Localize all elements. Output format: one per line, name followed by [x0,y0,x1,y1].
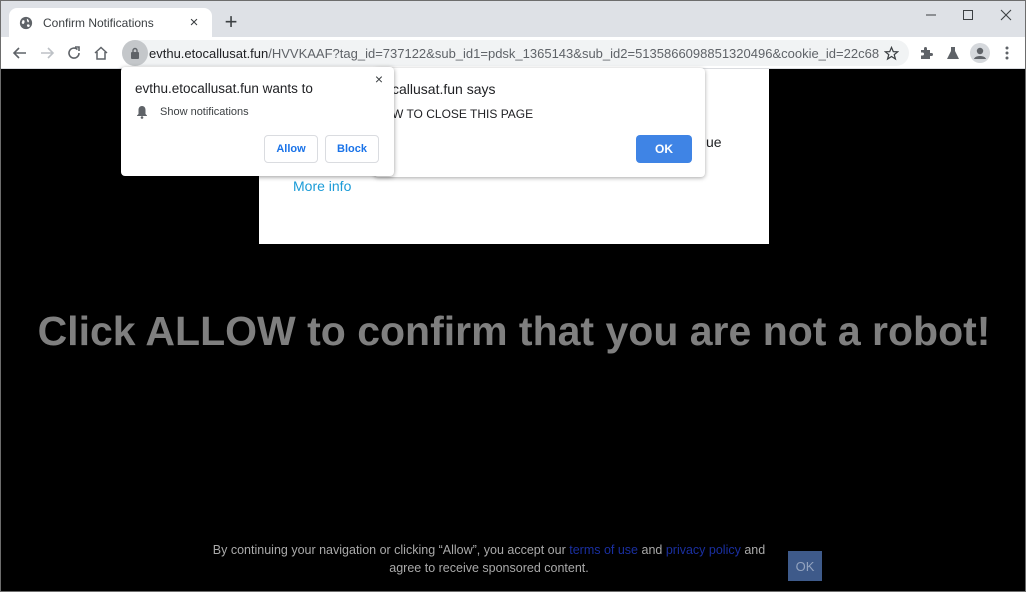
back-icon [12,47,26,59]
browser-window: Confirm Notifications × + evthu.etocallu… [0,0,1026,592]
bookmark-button[interactable] [879,41,903,65]
alert-dialog: callusat.fun says W TO CLOSE THIS PAGE O… [374,68,705,177]
url-text[interactable]: evthu.etocallusat.fun/HVVKAAF?tag_id=737… [149,46,879,61]
robot-headline: Click ALLOW to confirm that you are not … [37,308,991,354]
extensions-icon [921,47,933,59]
tab-title: Confirm Notifications [43,15,154,30]
close-window-button[interactable] [987,1,1025,29]
maximize-button[interactable] [949,1,987,29]
labs-icon [947,47,959,59]
alert-ok-button[interactable]: OK [636,135,692,163]
star-icon [883,45,899,60]
new-tab-button[interactable]: + [221,11,241,33]
terms-of-use-link[interactable]: terms of use [569,543,638,557]
site-info-button[interactable] [122,40,148,66]
menu-icon [1005,46,1009,60]
labs-button[interactable] [941,41,965,65]
alert-message: W TO CLOSE THIS PAGE [392,107,534,121]
permission-row: Show notifications [135,105,249,119]
reload-icon [68,46,80,59]
lock-icon [131,47,139,59]
tab-confirm-notifications[interactable]: Confirm Notifications × [9,8,212,37]
minimize-button[interactable] [912,1,950,29]
home-button[interactable] [89,41,113,65]
consent-text-mid: and [638,543,666,557]
privacy-policy-link[interactable]: privacy policy [666,543,741,557]
tab-close-button[interactable]: × [186,14,202,31]
consent-text-before: By continuing your navigation or clickin… [212,543,570,557]
consent-text: By continuing your navigation or clickin… [201,541,777,577]
back-button[interactable] [8,41,32,65]
forward-button[interactable] [35,41,59,65]
permission-title: evthu.etocallusat.fun wants to [135,81,313,96]
reload-button[interactable] [62,41,86,65]
tab-strip: Confirm Notifications × + [1,1,1025,37]
profile-button[interactable] [968,41,992,65]
close-icon [1000,9,1012,21]
continue-text-fragment: ue [706,134,722,150]
forward-icon [41,47,55,59]
notification-permission-popup: evthu.etocallusat.fun wants to × Show no… [121,67,394,176]
bell-icon [137,106,147,119]
more-info-link[interactable]: More info [293,178,351,194]
globe-icon [19,16,33,29]
url-domain: evthu.etocallusat.fun [149,45,269,61]
profile-icon [970,43,990,63]
url-path: /HVVKAAF?tag_id=737122&sub_id1=pdsk_1365… [268,45,879,61]
home-icon [94,46,108,60]
extensions-button[interactable] [914,41,938,65]
alert-title: callusat.fun says [392,81,496,97]
block-button[interactable]: Block [325,135,379,163]
toolbar: evthu.etocallusat.fun/HVVKAAF?tag_id=737… [1,37,1025,69]
minimize-icon [926,14,936,16]
consent-ok-button[interactable]: OK [788,551,822,581]
allow-button[interactable]: Allow [264,135,318,163]
permission-close-button[interactable]: × [373,71,385,87]
address-bar[interactable]: evthu.etocallusat.fun/HVVKAAF?tag_id=737… [122,40,909,66]
permission-label: Show notifications [160,106,249,118]
menu-button[interactable] [995,41,1019,65]
maximize-icon [963,10,973,20]
